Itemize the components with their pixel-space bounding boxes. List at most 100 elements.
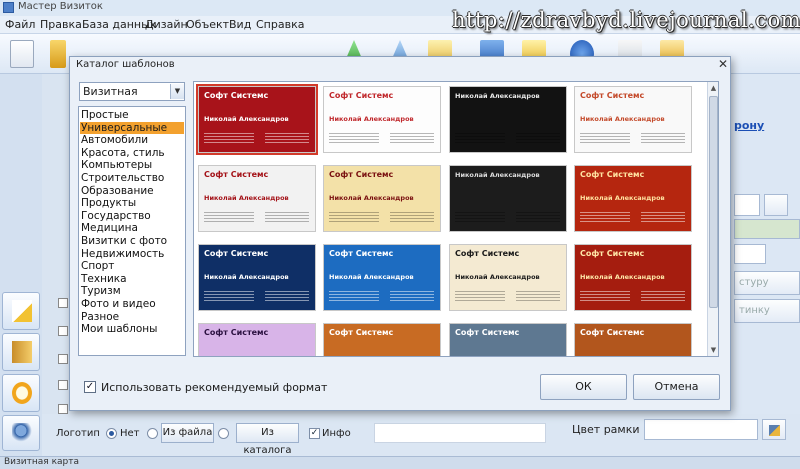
category-item[interactable]: Техника (80, 273, 184, 285)
field-checkbox[interactable] (58, 354, 68, 364)
template-contact-lines (265, 291, 309, 303)
logo-catalog-radio[interactable] (218, 428, 229, 439)
template-thumbnail[interactable]: Софт Системс Николай Александров (323, 244, 441, 311)
category-item[interactable]: Красота, стиль (80, 147, 184, 159)
template-thumbnail[interactable]: Софт Системс Николай Александров (574, 86, 692, 153)
template-company-name: Софт Системс (580, 91, 645, 100)
template-contact-lines (516, 133, 560, 145)
template-thumbnail[interactable]: Софт Системс Николай Александров (323, 86, 441, 153)
template-thumbnail[interactable]: Софт Системс (323, 323, 441, 356)
right-panel-select[interactable] (734, 244, 766, 264)
template-person-name: Николай Александров (455, 171, 540, 179)
scrollbar-thumb[interactable] (709, 96, 718, 308)
template-contact-lines (516, 291, 560, 303)
right-panel-link[interactable]: рону (734, 119, 764, 132)
category-item[interactable]: Фото и видео (80, 298, 184, 310)
eyedropper-button[interactable] (764, 194, 788, 216)
template-company-name: Софт Системс (204, 328, 269, 337)
menu-help[interactable]: Справка (256, 18, 304, 31)
scroll-down-icon[interactable]: ▼ (708, 344, 718, 356)
status-bar: Визитная карта (0, 456, 800, 469)
frame-color-label: Цвет рамки (572, 423, 640, 436)
category-item[interactable]: Универсальные (80, 121, 184, 134)
find-person-tool[interactable] (2, 415, 40, 451)
category-item[interactable]: Разное (80, 311, 184, 323)
field-checkbox[interactable] (58, 326, 68, 336)
from-catalog-button[interactable]: Из каталога (236, 423, 299, 456)
book-tool[interactable] (2, 333, 40, 371)
template-contact-lines (204, 212, 254, 224)
info-checkbox[interactable]: ✓ (309, 428, 320, 439)
category-item[interactable]: Недвижимость (80, 248, 184, 260)
menu-design[interactable]: Дизайн (145, 18, 188, 31)
structure-button[interactable]: стуру (734, 271, 800, 295)
app-title: Мастер Визиток (18, 1, 103, 12)
category-item[interactable]: Туризм (80, 285, 184, 297)
category-item[interactable]: Спорт (80, 260, 184, 272)
template-contact-lines (580, 133, 630, 145)
template-thumbnail[interactable]: Софт Системс Николай Александров (196, 84, 318, 155)
logo-none-radio[interactable] (106, 428, 117, 439)
app-icon (3, 2, 14, 13)
category-item[interactable]: Государство (80, 210, 184, 222)
template-thumbnail[interactable]: Софт Системс Николай Александров (449, 244, 567, 311)
category-item[interactable]: Визитки с фото (80, 235, 184, 247)
template-person-name: Николай Александров (204, 194, 289, 202)
card-type-select[interactable]: Визитная ▼ (79, 82, 185, 101)
clock-tool[interactable] (2, 374, 40, 412)
from-file-button[interactable]: Из файла (161, 423, 214, 443)
eyedropper-icon (769, 425, 780, 436)
category-item[interactable]: Простые (80, 109, 184, 121)
category-item[interactable]: Медицина (80, 222, 184, 234)
open-folder-icon[interactable] (50, 40, 66, 68)
template-contact-lines (329, 133, 379, 145)
template-thumbnail[interactable]: Софт Системс (449, 323, 567, 356)
template-thumbnail[interactable]: Николай Александров (449, 165, 567, 232)
clock-icon (12, 382, 32, 404)
template-thumbnail[interactable]: Николай Александров (449, 86, 567, 153)
field-checkbox[interactable] (58, 380, 68, 390)
frame-color-field[interactable] (644, 419, 758, 440)
template-contact-lines (641, 212, 685, 224)
template-contact-lines (390, 291, 434, 303)
picture-button[interactable]: тинку (734, 299, 800, 323)
edit-text-tool[interactable] (2, 292, 40, 330)
template-thumbnail[interactable]: Софт Системс (574, 323, 692, 356)
cancel-button[interactable]: Отмена (633, 374, 720, 400)
template-company-name: Софт Системс (329, 249, 394, 258)
category-item[interactable]: Компьютеры (80, 159, 184, 171)
category-item[interactable]: Продукты (80, 197, 184, 209)
right-panel-field[interactable] (734, 194, 760, 216)
status-text: Визитная карта (4, 457, 79, 467)
category-item[interactable]: Строительство (80, 172, 184, 184)
category-item[interactable]: Мои шаблоны (80, 323, 184, 335)
dialog-title: Каталог шаблонов (76, 59, 175, 70)
template-thumbnail[interactable]: Софт Системс Николай Александров (574, 244, 692, 311)
frame-color-picker-button[interactable] (762, 419, 786, 440)
template-thumbnail[interactable]: Софт Системс Николай Александров (198, 244, 316, 311)
color-swatch-field[interactable] (734, 219, 800, 239)
gallery-scrollbar[interactable]: ▲ ▼ (707, 82, 718, 356)
category-item[interactable]: Автомобили (80, 134, 184, 146)
use-recommended-format-checkbox[interactable]: ✓ (84, 381, 96, 393)
ok-button[interactable]: ОК (540, 374, 627, 400)
category-item[interactable]: Образование (80, 185, 184, 197)
template-thumbnail[interactable]: Софт Системс Николай Александров (198, 165, 316, 232)
field-checkbox[interactable] (58, 298, 68, 308)
new-file-icon[interactable] (10, 40, 34, 68)
info-field[interactable] (374, 423, 546, 443)
scroll-up-icon[interactable]: ▲ (708, 82, 718, 94)
menu-edit[interactable]: Правка (40, 18, 82, 31)
template-thumbnail[interactable]: Софт Системс (198, 323, 316, 356)
menu-object[interactable]: Объект (186, 18, 229, 31)
logo-file-radio[interactable] (147, 428, 158, 439)
template-thumbnail[interactable]: Софт Системс Николай Александров (323, 165, 441, 232)
menu-file[interactable]: Файл (5, 18, 35, 31)
template-person-name: Николай Александров (455, 273, 540, 281)
template-thumbnail[interactable]: Софт Системс Николай Александров (574, 165, 692, 232)
logo-none-label: Нет (120, 428, 140, 439)
menu-view[interactable]: Вид (229, 18, 251, 31)
field-checkbox[interactable] (58, 404, 68, 414)
chevron-down-icon[interactable]: ▼ (170, 84, 184, 99)
close-icon[interactable]: ✕ (718, 57, 728, 71)
